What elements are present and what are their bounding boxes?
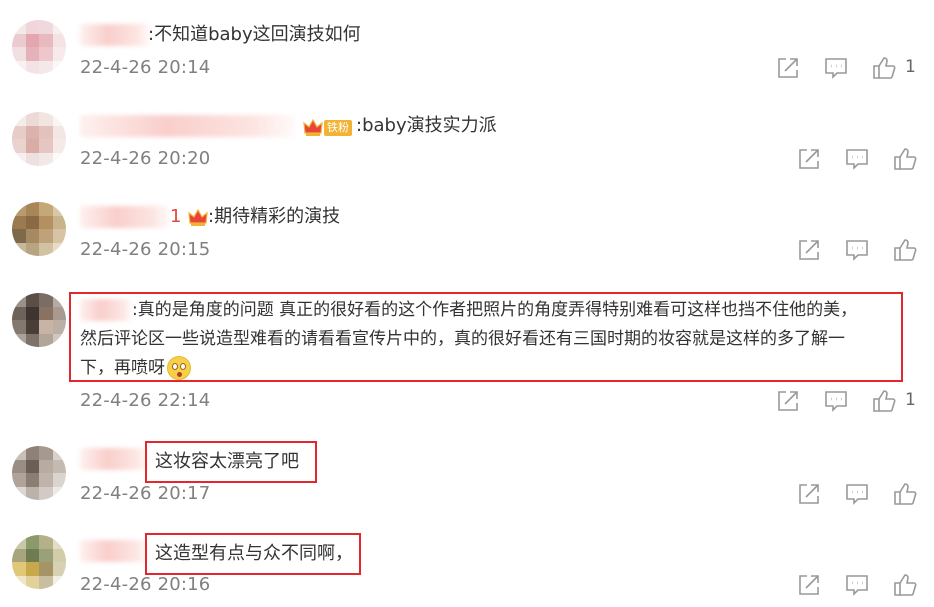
share-icon (799, 575, 819, 595)
comment-item: :不知道baby这回演技如何 22-4-26 20:14 1 (0, 10, 934, 90)
like-icon (873, 390, 896, 412)
comment-item: :真的是角度的问题 真正的很好看的这个作者把照片的角度弄得特别难看可这样也挡不住… (0, 285, 934, 425)
like-button[interactable] (871, 55, 899, 83)
share-button[interactable] (796, 237, 824, 265)
username-blurred[interactable] (80, 448, 148, 470)
comment-button[interactable] (823, 388, 851, 416)
comment-icon (846, 575, 868, 596)
like-icon (894, 483, 917, 505)
comment-item: 1 :期待精彩的演技 22-4-26 20:15 (0, 192, 934, 272)
comment-text: :期待精彩的演技 (208, 206, 341, 227)
comment-actions (796, 481, 926, 511)
share-icon (778, 391, 798, 411)
like-count: 1 (905, 57, 916, 77)
comment-text: 这造型有点与众不同啊， (155, 543, 353, 564)
like-icon (894, 148, 917, 170)
like-button[interactable] (892, 481, 920, 509)
comment-actions (796, 146, 926, 176)
avatar[interactable] (12, 112, 66, 166)
comment-actions: 1 (775, 388, 925, 418)
comment-button[interactable] (823, 55, 851, 83)
comment-text: 这妆容太漂亮了吧 (155, 451, 299, 472)
comment-icon (825, 391, 847, 412)
comment-text: :不知道baby这回演技如何 (148, 24, 361, 45)
fan-badge-label: 铁粉 (324, 120, 352, 136)
comment-button[interactable] (844, 237, 872, 265)
share-icon (799, 149, 819, 169)
share-icon (778, 58, 798, 78)
comment-icon (825, 58, 847, 79)
share-button[interactable] (796, 481, 824, 509)
share-button[interactable] (796, 146, 824, 174)
fan-badge: 铁粉 (303, 118, 352, 138)
username-blurred[interactable] (80, 24, 150, 46)
comment-time: 22-4-26 20:14 (80, 57, 211, 78)
username-suffix[interactable]: 1 (170, 202, 181, 232)
comment-item: 铁粉 :baby演技实力派 22-4-26 20:20 (0, 100, 934, 180)
share-icon (799, 240, 819, 260)
avatar[interactable] (12, 202, 66, 256)
comment-icon (846, 484, 868, 505)
comment-text-line-3: 下，再喷呀 (80, 353, 191, 383)
like-icon (894, 574, 917, 596)
comment-time: 22-4-26 20:17 (80, 483, 211, 504)
share-icon (799, 484, 819, 504)
avatar[interactable] (12, 535, 66, 589)
avatar[interactable] (12, 446, 66, 500)
comment-time: 22-4-26 22:14 (80, 390, 211, 411)
like-icon (894, 239, 917, 261)
share-button[interactable] (775, 388, 803, 416)
avatar[interactable] (12, 20, 66, 74)
comment-time: 22-4-26 20:20 (80, 148, 211, 169)
comment-icon (846, 149, 868, 170)
comment-icon (846, 240, 868, 261)
comment-text-line-2: 然后评论区一些说造型难看的请看看宣传片中的，真的很好看还有三国时期的妆容就是这样… (80, 329, 845, 349)
username-blurred[interactable] (80, 115, 295, 137)
comment-text-line-1: :真的是角度的问题 真正的很好看的这个作者把照片的角度弄得特别难看可这样也挡不住… (132, 300, 858, 320)
comment-actions: 1 (775, 55, 925, 85)
comment-button[interactable] (844, 481, 872, 509)
username-blurred[interactable] (80, 206, 170, 228)
like-icon (873, 57, 896, 79)
comment-item: 这造型有点与众不同啊， 22-4-26 20:16 (0, 527, 934, 607)
comment-actions (796, 572, 926, 602)
comment-text-line-3-content: 下，再喷呀 (80, 358, 165, 378)
like-count: 1 (905, 390, 916, 410)
comment-actions (796, 237, 926, 267)
comment-time: 22-4-26 20:15 (80, 239, 211, 260)
comment-time: 22-4-26 20:16 (80, 574, 211, 595)
username-blurred[interactable] (80, 299, 132, 321)
comment-button[interactable] (844, 146, 872, 174)
share-button[interactable] (775, 55, 803, 83)
share-button[interactable] (796, 572, 824, 600)
like-button[interactable] (892, 146, 920, 174)
like-button[interactable] (892, 572, 920, 600)
crown-icon (303, 118, 323, 136)
like-button[interactable] (871, 388, 899, 416)
comment-button[interactable] (844, 572, 872, 600)
like-button[interactable] (892, 237, 920, 265)
comment-item: 这妆容太漂亮了吧 22-4-26 20:17 (0, 436, 934, 516)
avatar[interactable] (12, 293, 66, 347)
crown-icon (188, 208, 208, 226)
surprised-emoji-icon (167, 356, 191, 380)
username-blurred[interactable] (80, 540, 148, 562)
comment-text: :baby演技实力派 (356, 115, 497, 136)
